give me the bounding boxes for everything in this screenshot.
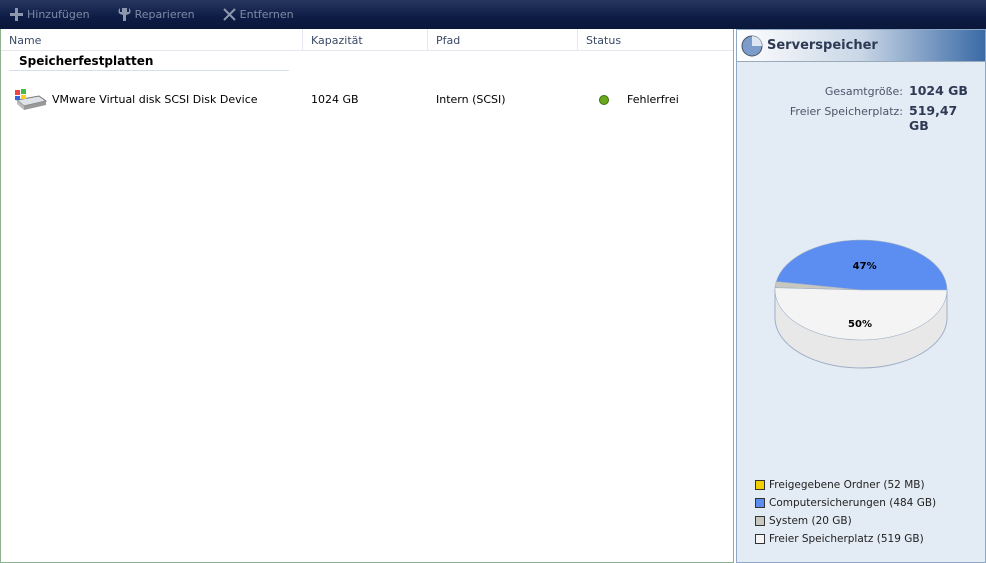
column-header: Name Kapazität Pfad Status xyxy=(1,29,733,51)
close-icon xyxy=(222,8,236,21)
legend-item: Computersicherungen (484 GB) xyxy=(755,494,936,512)
legend-label: Computersicherungen (484 GB) xyxy=(769,497,937,509)
status-ok-icon xyxy=(599,95,609,105)
toolbar: Hinzufügen Reparieren Entfernen xyxy=(0,0,986,29)
repair-label: Reparieren xyxy=(134,8,195,21)
group-header: Speicherfestplatten xyxy=(9,51,289,71)
pie-slice-label: 50% xyxy=(848,319,872,330)
column-status[interactable]: Status xyxy=(578,29,733,50)
remove-label: Entfernen xyxy=(239,8,294,21)
free-value: 519,47 GB xyxy=(909,103,958,133)
legend-label: System (20 GB) xyxy=(769,515,852,527)
remove-button[interactable]: Entfernen xyxy=(222,8,294,21)
server-storage-panel: Serverspeicher Gesamtgröße: 1024 GB Freie… xyxy=(736,29,986,563)
chart-legend: Freigegebene Ordner (52 MB) Computersiche… xyxy=(755,476,936,548)
legend-label: Freier Speicherplatz (519 GB) xyxy=(769,533,924,545)
free-space: Freier Speicherplatz: 519,47 GB xyxy=(790,103,973,133)
total-size: Gesamtgröße: 1024 GB xyxy=(825,83,973,98)
legend-label: Freigegebene Ordner (52 MB) xyxy=(769,479,925,491)
storage-pie-chart: 47% 50% xyxy=(774,239,948,369)
total-label: Gesamtgröße: xyxy=(824,85,903,98)
wrench-icon xyxy=(118,8,131,21)
legend-item: Freigegebene Ordner (52 MB) xyxy=(755,476,936,494)
disk-status: Fehlerfrei xyxy=(627,92,679,106)
legend-swatch xyxy=(755,516,765,526)
column-path[interactable]: Pfad xyxy=(428,29,578,50)
disk-list: Name Kapazität Pfad Status Speicherfestp… xyxy=(0,29,734,563)
disk-capacity: 1024 GB xyxy=(311,92,359,106)
legend-item: Freier Speicherplatz (519 GB) xyxy=(755,530,936,548)
free-label: Freier Speicherplatz: xyxy=(789,105,903,118)
column-capacity[interactable]: Kapazität xyxy=(303,29,428,50)
plus-icon xyxy=(10,8,23,21)
pie-chart-icon xyxy=(741,35,763,56)
table-row[interactable]: VMware Virtual disk SCSI Disk Device 102… xyxy=(1,86,731,112)
panel-title: Serverspeicher xyxy=(767,38,878,53)
legend-item: System (20 GB) xyxy=(755,512,936,530)
disk-name: VMware Virtual disk SCSI Disk Device xyxy=(52,92,258,106)
repair-button[interactable]: Reparieren xyxy=(118,8,195,21)
add-button[interactable]: Hinzufügen xyxy=(10,8,90,21)
pie-slice-label: 47% xyxy=(853,261,877,272)
legend-swatch xyxy=(755,498,765,508)
total-value: 1024 GB xyxy=(909,83,968,98)
legend-swatch xyxy=(755,534,765,544)
disk-path: Intern (SCSI) xyxy=(436,92,506,106)
column-name[interactable]: Name xyxy=(1,29,303,50)
legend-swatch xyxy=(755,480,765,490)
panel-header: Serverspeicher xyxy=(737,30,985,62)
add-label: Hinzufügen xyxy=(27,8,90,21)
hard-disk-icon xyxy=(15,89,47,110)
